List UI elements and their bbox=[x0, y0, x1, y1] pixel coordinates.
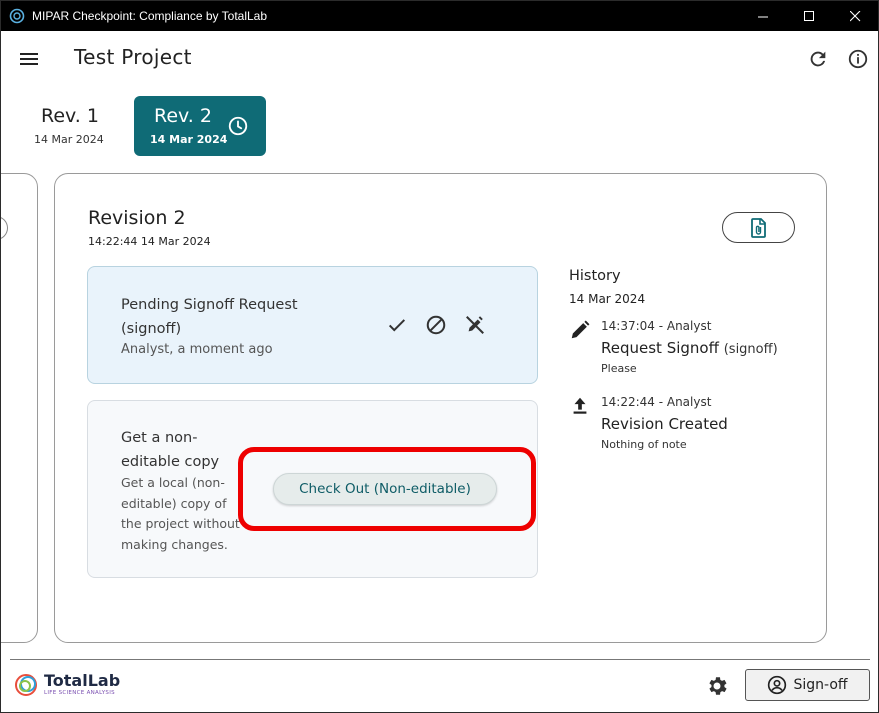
minimize-button[interactable] bbox=[740, 1, 786, 31]
signoff-button[interactable]: Sign-off bbox=[745, 669, 870, 701]
history-entry-action: Revision Created bbox=[601, 415, 728, 433]
minimize-icon bbox=[757, 16, 768, 17]
attachments-button[interactable] bbox=[722, 212, 795, 243]
previous-revision-card bbox=[1, 173, 38, 643]
tab-rev-2-label: Rev. 2 bbox=[154, 105, 212, 127]
history-entry-action-text: Revision Created bbox=[601, 415, 728, 433]
attachment-file-icon bbox=[750, 217, 766, 238]
tab-rev-1-date: 14 Mar 2024 bbox=[34, 133, 104, 146]
window-title: MIPAR Checkpoint: Compliance by TotalLab bbox=[32, 9, 268, 23]
revision-card: Revision 2 14:22:44 14 Mar 2024 Pending … bbox=[54, 173, 827, 643]
title-bar: MIPAR Checkpoint: Compliance by TotalLab bbox=[1, 1, 878, 31]
close-icon bbox=[849, 10, 860, 21]
reject-block-icon[interactable] bbox=[425, 314, 447, 336]
history-entry-meta: 14:22:44 - Analyst bbox=[601, 395, 712, 409]
tab-rev-2[interactable]: Rev. 2 14 Mar 2024 bbox=[134, 96, 266, 156]
history-entry-tag: (signoff) bbox=[723, 342, 778, 357]
clock-icon bbox=[228, 116, 248, 136]
checkout-panel: Get a non-editable copy Get a local (non… bbox=[87, 400, 538, 578]
app-bar: Test Project bbox=[1, 31, 878, 87]
page-title: Test Project bbox=[74, 45, 192, 69]
pending-signoff-panel: Pending Signoff Request (signoff) Analys… bbox=[87, 266, 538, 384]
checkout-description: Get a local (non-editable) copy of the p… bbox=[121, 475, 240, 552]
tab-rev-1-label: Rev. 1 bbox=[41, 105, 99, 127]
tab-rev-1[interactable]: Rev. 1 14 Mar 2024 bbox=[26, 96, 112, 156]
revision-timestamp: 14:22:44 14 Mar 2024 bbox=[88, 235, 211, 248]
account-icon bbox=[768, 675, 787, 695]
history-entry-note: Nothing of note bbox=[601, 438, 687, 451]
history-date: 14 Mar 2024 bbox=[569, 292, 646, 306]
app-logo-icon bbox=[9, 8, 25, 24]
footer-divider bbox=[10, 659, 870, 660]
totallab-logo: TotalLab LIFE SCIENCE ANALYSIS bbox=[13, 671, 123, 701]
approve-check-icon[interactable] bbox=[386, 314, 408, 336]
logo-subtitle: LIFE SCIENCE ANALYSIS bbox=[44, 690, 115, 696]
info-icon[interactable] bbox=[847, 48, 869, 70]
upload-icon bbox=[573, 397, 587, 414]
revision-title: Revision 2 bbox=[88, 207, 186, 229]
maximize-button[interactable] bbox=[786, 1, 832, 31]
logo-name: TotalLab bbox=[44, 671, 121, 690]
settings-gear-icon[interactable] bbox=[705, 674, 729, 698]
history-entry-note: Please bbox=[601, 362, 637, 375]
history-title: History bbox=[569, 268, 621, 284]
pending-signoff-subtitle: Analyst, a moment ago bbox=[121, 342, 273, 357]
maximize-icon bbox=[803, 10, 814, 21]
signoff-button-label: Sign-off bbox=[793, 677, 848, 693]
edit-off-icon[interactable] bbox=[464, 314, 486, 336]
history-entry-action-text: Request Signoff bbox=[601, 339, 719, 357]
close-button[interactable] bbox=[832, 1, 878, 31]
history-entry-meta: 14:37:04 - Analyst bbox=[601, 319, 712, 333]
previous-card-button[interactable] bbox=[1, 216, 8, 240]
app-window: MIPAR Checkpoint: Compliance by TotalLab… bbox=[0, 0, 879, 713]
checkout-title: Get a non-editable copy bbox=[121, 430, 220, 470]
tab-rev-2-date: 14 Mar 2024 bbox=[150, 133, 228, 146]
history-entry-action: Request Signoff (signoff) bbox=[601, 339, 778, 357]
totallab-logo-icon bbox=[15, 674, 37, 696]
menu-icon[interactable] bbox=[19, 51, 39, 67]
pending-signoff-title: Pending Signoff Request (signoff) bbox=[121, 297, 298, 337]
pencil-icon bbox=[571, 320, 590, 339]
refresh-icon[interactable] bbox=[807, 48, 829, 70]
checkout-non-editable-button[interactable]: Check Out (Non-editable) bbox=[273, 473, 497, 505]
